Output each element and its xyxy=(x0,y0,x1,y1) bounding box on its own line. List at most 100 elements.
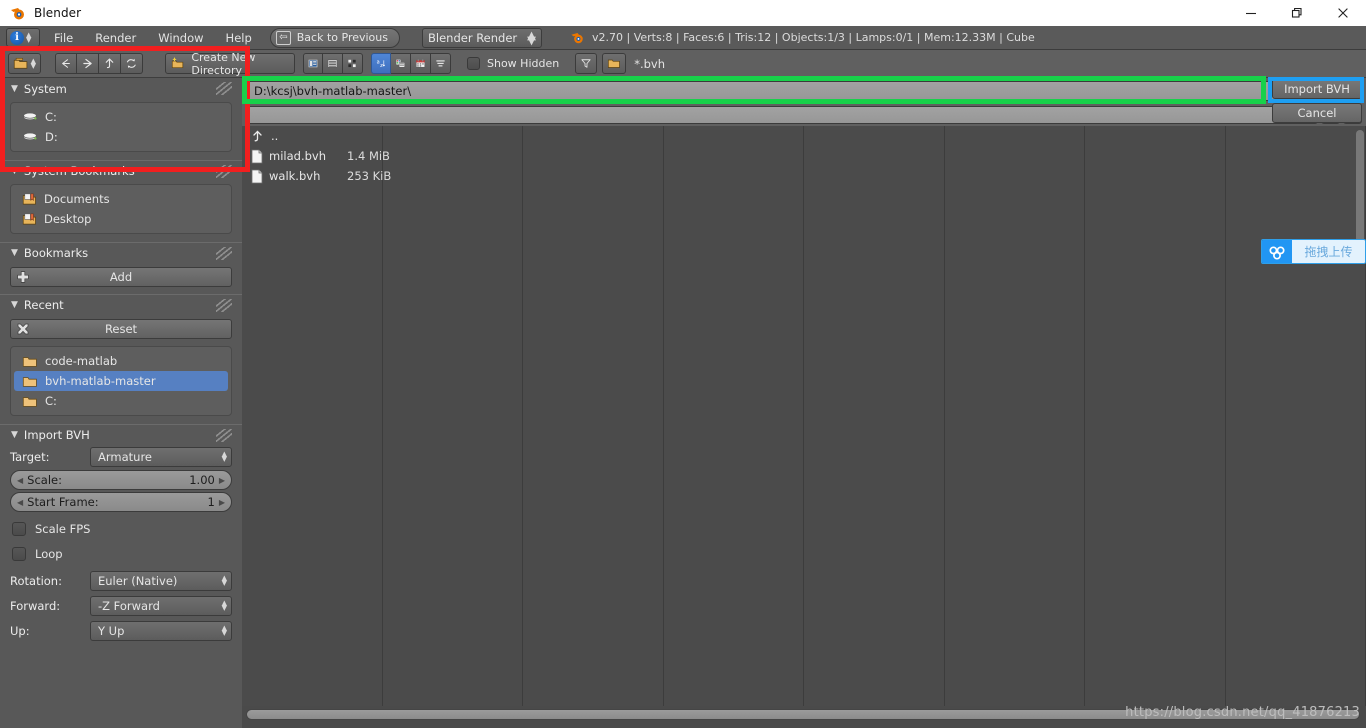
up-dropdown[interactable]: Y Up ▲ ▼ xyxy=(90,620,232,641)
file-column xyxy=(242,126,383,706)
filter-toggle-button[interactable] xyxy=(575,53,598,74)
import-bvh-button[interactable]: Import BVH xyxy=(1272,79,1362,99)
start-frame-slider[interactable]: ◀ Start Frame: 1 ▶ xyxy=(10,492,232,512)
maximize-button[interactable] xyxy=(1274,0,1320,26)
scale-fps-checkbox[interactable] xyxy=(12,521,26,536)
nav-parent-button[interactable] xyxy=(99,53,121,74)
chevron-left-icon[interactable]: ◀ xyxy=(17,476,23,485)
panel-header-bookmarks[interactable]: ▼ Bookmarks xyxy=(0,242,242,263)
editor-type-file-browser[interactable]: ▲ ▼ xyxy=(8,53,41,74)
file-column xyxy=(1085,126,1226,706)
nav-forward-button[interactable] xyxy=(77,53,99,74)
sort-extension[interactable] xyxy=(391,53,411,74)
restore-icon xyxy=(1291,7,1302,18)
folder-icon xyxy=(22,356,37,367)
nav-back-button[interactable] xyxy=(55,53,77,74)
nav-refresh-button[interactable] xyxy=(121,53,143,74)
list-item[interactable]: bvh-matlab-master xyxy=(14,371,228,391)
parent-directory-icon xyxy=(253,130,262,142)
scale-slider[interactable]: ◀ Scale: 1.00 ▶ xyxy=(10,470,232,490)
sort-size[interactable] xyxy=(431,53,451,74)
sort-size-icon xyxy=(436,60,445,67)
filename-input[interactable] xyxy=(246,106,1318,124)
panel-header-system[interactable]: ▼ System xyxy=(0,78,242,99)
loop-checkbox[interactable] xyxy=(12,546,26,561)
filter-folder-button[interactable] xyxy=(602,53,627,74)
menu-window[interactable]: Window xyxy=(158,31,203,45)
create-new-directory-button[interactable]: Create New Directory xyxy=(165,51,295,77)
rotation-dropdown[interactable]: Euler (Native) ▲ ▼ xyxy=(90,570,232,591)
target-value: Armature xyxy=(98,449,152,464)
bookmark-folder-icon xyxy=(22,193,36,205)
close-button[interactable] xyxy=(1320,0,1366,26)
menu-help[interactable]: Help xyxy=(226,31,252,45)
document-file-icon xyxy=(251,149,263,163)
editor-type-selector[interactable]: i ▲ ▼ xyxy=(6,28,40,47)
chevron-left-icon[interactable]: ◀ xyxy=(17,498,23,507)
sort-extension-icon xyxy=(395,59,405,68)
panel-resize-grip[interactable] xyxy=(216,165,232,178)
table-row[interactable]: milad.bvh 1.4 MiB xyxy=(242,146,502,166)
loop-row[interactable]: Loop xyxy=(0,541,242,566)
add-bookmark-button[interactable]: Add xyxy=(10,267,232,287)
panel-header-system-bookmarks[interactable]: ▼ System Bookmarks xyxy=(0,160,242,181)
sort-date[interactable] xyxy=(411,53,431,74)
panel-title-recent: Recent xyxy=(23,298,64,312)
parent-directory-row[interactable]: .. xyxy=(242,126,502,146)
cancel-button[interactable]: Cancel xyxy=(1272,103,1362,123)
table-row[interactable]: walk.bvh 253 KiB xyxy=(242,166,502,186)
panel-resize-grip[interactable] xyxy=(216,299,232,312)
chevron-right-icon[interactable]: ▶ xyxy=(219,476,225,485)
panel-header-recent[interactable]: ▼ Recent xyxy=(0,294,242,315)
target-dropdown[interactable]: Armature ▲ ▼ xyxy=(90,446,232,467)
filter-extension-label: *.bvh xyxy=(634,56,666,71)
start-frame-label: Start Frame: xyxy=(27,495,99,509)
chevron-right-icon[interactable]: ▶ xyxy=(219,498,225,507)
list-item[interactable]: C: xyxy=(14,391,228,411)
baidu-netdisk-icon xyxy=(1262,240,1292,263)
netdisk-upload-widget[interactable]: 拖拽上传 xyxy=(1261,239,1366,264)
forward-dropdown[interactable]: -Z Forward ▲ ▼ xyxy=(90,595,232,616)
list-item[interactable]: D: xyxy=(14,127,228,147)
display-mode-thumbnail[interactable] xyxy=(303,53,323,74)
scale-slider-row: ◀ Scale: 1.00 ▶ xyxy=(10,470,232,490)
sort-alphabetical[interactable]: a z xyxy=(371,53,391,74)
recent-folders-list: code-matlab bvh-matlab-master C: xyxy=(10,346,232,416)
blender-logo-icon xyxy=(11,8,24,20)
display-mode-short-list[interactable] xyxy=(343,53,363,74)
reset-recent-button[interactable]: Reset xyxy=(10,319,232,339)
show-hidden-toggle[interactable]: Show Hidden xyxy=(467,57,559,70)
panel-resize-grip[interactable] xyxy=(216,429,232,442)
directory-path-input[interactable]: D:\kcsj\bvh-matlab-master\ xyxy=(246,81,1362,101)
menu-render[interactable]: Render xyxy=(95,31,136,45)
menu-file[interactable]: File xyxy=(54,31,73,45)
back-to-previous-button[interactable]: ⇦ Back to Previous xyxy=(269,27,400,48)
file-column xyxy=(804,126,945,706)
scale-fps-row[interactable]: Scale FPS xyxy=(0,516,242,541)
render-engine-selector[interactable]: Blender Render ▲ ▼ xyxy=(422,27,542,48)
file-name: walk.bvh xyxy=(269,169,321,183)
panel-header-import-bvh[interactable]: ▼ Import BVH xyxy=(0,424,242,445)
minimize-button[interactable] xyxy=(1228,0,1274,26)
panel-title-bookmarks: Bookmarks xyxy=(23,246,89,260)
list-item[interactable]: Desktop xyxy=(14,209,228,229)
list-item-label: bvh-matlab-master xyxy=(45,374,156,388)
file-list-area[interactable]: .. milad.bvh 1.4 MiB walk.bvh 253 KiB xyxy=(242,126,1366,706)
close-icon xyxy=(1338,8,1348,18)
vertical-scrollbar[interactable] xyxy=(1356,130,1364,250)
display-mode-list[interactable] xyxy=(323,53,343,74)
list-item[interactable]: Documents xyxy=(14,189,228,209)
panel-resize-grip[interactable] xyxy=(216,82,232,95)
list-item[interactable]: C: xyxy=(14,107,228,127)
list-item[interactable]: code-matlab xyxy=(14,351,228,371)
up-value: Y Up xyxy=(98,623,125,638)
thumbnail-display-icon xyxy=(308,59,318,68)
parent-directory-label: .. xyxy=(271,129,279,143)
render-engine-label: Blender Render xyxy=(428,30,518,45)
sort-alphabetical-icon: a z xyxy=(377,60,386,69)
show-hidden-checkbox[interactable] xyxy=(467,57,480,70)
panel-resize-grip[interactable] xyxy=(216,247,232,260)
x-cross-icon xyxy=(15,322,30,336)
chevron-updown-icon: ▲ ▼ xyxy=(221,623,227,637)
file-browser-editor-icon xyxy=(13,57,28,69)
